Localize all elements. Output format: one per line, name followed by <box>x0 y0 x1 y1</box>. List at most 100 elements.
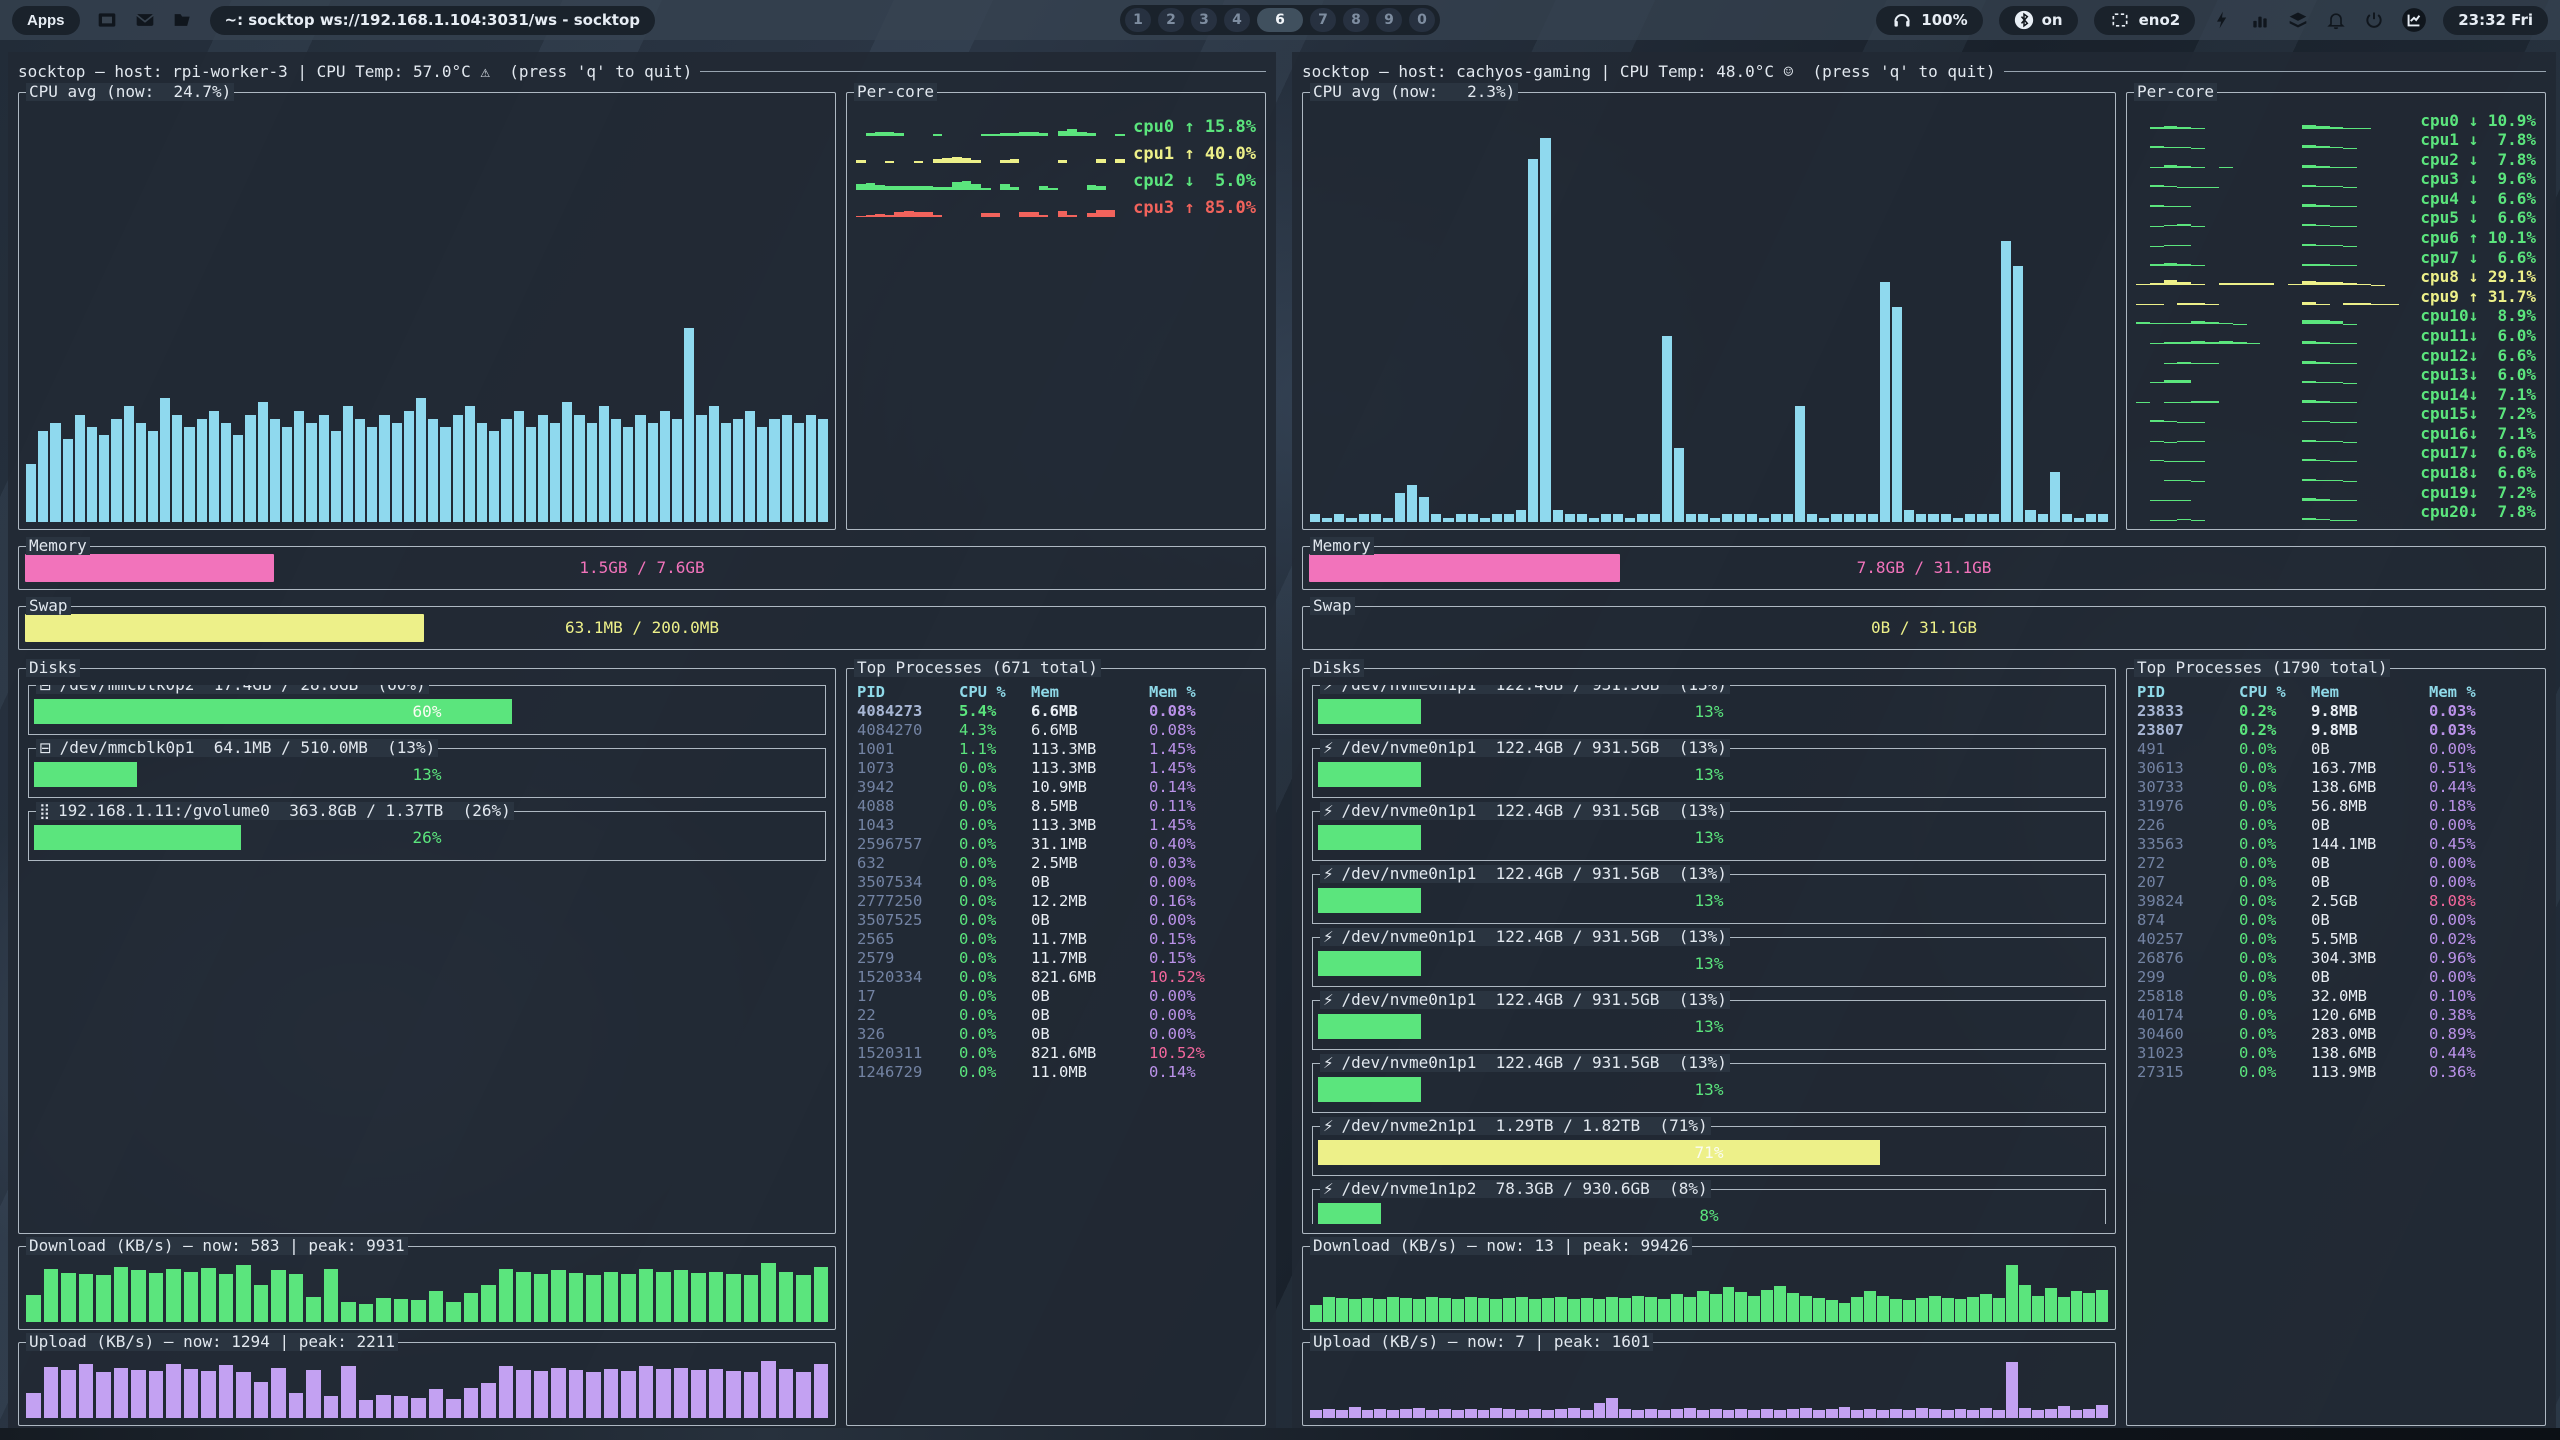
core-sparkline <box>2136 486 2412 501</box>
core-sparkline <box>2136 388 2412 403</box>
core-list: cpu0 ↑ 15.8% cpu1 ↑ 40.0% cpu2 ↓ 5.0% <box>856 109 1256 520</box>
process-row: 31023 0.0% 138.6MB 0.44% <box>2137 1044 2537 1063</box>
core-row: cpu6 ↑ 10.1% <box>2136 226 2536 246</box>
process-mem-percent: 0.00% <box>1149 987 1257 1006</box>
process-row: 30733 0.0% 138.6MB 0.44% <box>2137 778 2537 797</box>
power-profile-icon[interactable] <box>2211 9 2233 31</box>
process-cpu: 0.0% <box>2239 778 2311 797</box>
disk-title: /dev/nvme0n1p1 122.4GB / 931.5GB (13%) <box>1342 685 1727 694</box>
process-mem: 138.6MB <box>2311 778 2429 797</box>
volume-pill[interactable]: 100% <box>1876 6 1982 35</box>
active-window-title-text: ~: socktop ws://192.168.1.104:3031/ws - … <box>225 11 641 29</box>
apps-button[interactable]: Apps <box>12 6 80 35</box>
process-pid: 40257 <box>2137 930 2239 949</box>
core-sparkline <box>856 141 1125 163</box>
disk-usage-percent: 13% <box>1313 1014 2105 1039</box>
process-mem: 0B <box>1031 911 1149 930</box>
folder-icon[interactable] <box>172 9 194 31</box>
core-sparkline <box>2136 153 2412 168</box>
process-cpu: 0.0% <box>959 835 1031 854</box>
bottom-edge-strip <box>0 1428 2560 1440</box>
disk-entry: ⚡/dev/nvme0n1p1 122.4GB / 931.5GB (13%) … <box>1312 1000 2106 1050</box>
process-mem: 0B <box>2311 854 2429 873</box>
workspace-button[interactable]: 9 <box>1376 8 1402 32</box>
process-mem: 2.5GB <box>2311 892 2429 911</box>
disk-entry-label: ⚡/dev/nvme2n1p1 1.29TB / 1.82TB (71%) <box>1320 1117 1711 1135</box>
download-chart <box>26 1262 828 1322</box>
core-sparkline <box>2136 251 2412 266</box>
active-window-title[interactable]: ~: socktop ws://192.168.1.104:3031/ws - … <box>210 6 656 35</box>
core-sparkline <box>2136 407 2412 422</box>
core-row: cpu12↓ 6.6% <box>2136 344 2536 364</box>
disk-entry: ⚡/dev/nvme0n1p1 122.4GB / 931.5GB (13%) … <box>1312 811 2106 861</box>
disk-icon: ⣿ <box>39 802 50 820</box>
process-mem-percent: 0.00% <box>2429 911 2537 930</box>
activity-monitor-icon[interactable] <box>2401 7 2427 33</box>
workspace-button[interactable]: 7 <box>1310 8 1336 32</box>
core-label: cpu0 ↑ 15.8% <box>1133 119 1256 136</box>
terminal-window-cachyos-gaming[interactable]: socktop — host: cachyos-gaming | CPU Tem… <box>1292 52 2556 1428</box>
memory-usage-text: 1.5GB / 7.6GB <box>19 547 1265 589</box>
layers-icon[interactable] <box>2287 9 2309 31</box>
workspace-button[interactable]: 6 <box>1257 8 1303 32</box>
disk-title: /dev/nvme1n1p2 78.3GB / 930.6GB (8%) <box>1342 1180 1708 1198</box>
workspace-button[interactable]: 4 <box>1224 8 1250 32</box>
network-pill[interactable]: eno2 <box>2094 6 2196 35</box>
disk-entry-label: ⊟/dev/mmcblk0p2 17.4GB / 28.8GB (60%) <box>36 685 429 694</box>
process-mem-percent: 0.00% <box>2429 968 2537 987</box>
process-pid: 1001 <box>857 740 959 759</box>
window-icon[interactable] <box>96 9 118 31</box>
mail-icon[interactable] <box>134 9 156 31</box>
signal-bars-icon[interactable] <box>2249 9 2271 31</box>
download-panel: Download (KB/s) — now: 583 | peak: 9931 <box>18 1246 836 1330</box>
core-label: cpu16↓ 7.1% <box>2420 426 2536 442</box>
process-pid: 3507534 <box>857 873 959 892</box>
process-pid: 2579 <box>857 949 959 968</box>
disk-entry-label: ⚡/dev/nvme0n1p1 122.4GB / 931.5GB (13%) <box>1320 802 1730 820</box>
workspace-button[interactable]: 0 <box>1409 8 1435 32</box>
notifications-bell-icon[interactable] <box>2325 9 2347 31</box>
terminal-title-text: socktop — host: cachyos-gaming | CPU Tem… <box>1302 62 1996 81</box>
core-label: cpu4 ↓ 6.6% <box>2420 191 2536 207</box>
download-label: Download (KB/s) — now: 583 | peak: 9931 <box>26 1237 408 1255</box>
process-mem-percent: 1.45% <box>1149 759 1257 778</box>
process-mem-percent: 0.96% <box>2429 949 2537 968</box>
disk-entry: ⚡/dev/nvme0n1p1 122.4GB / 931.5GB (13%) … <box>1312 748 2106 798</box>
process-cpu: 0.0% <box>959 797 1031 816</box>
per-core-panel: Per-core cpu0 ↑ 15.8% cpu1 ↑ 40.0% <box>846 92 1266 530</box>
core-sparkline <box>856 168 1125 190</box>
clock[interactable]: 23:32 Fri <box>2443 6 2548 35</box>
terminal-window-rpi-worker-3[interactable]: socktop — host: rpi-worker-3 | CPU Temp:… <box>8 52 1276 1428</box>
process-mem: 283.0MB <box>2311 1025 2429 1044</box>
core-row: cpu13↓ 6.0% <box>2136 364 2536 384</box>
workspace-button[interactable]: 2 <box>1158 8 1184 32</box>
process-cpu: 0.0% <box>2239 1063 2311 1082</box>
power-icon[interactable] <box>2363 9 2385 31</box>
bluetooth-pill[interactable]: on <box>1999 6 2078 35</box>
core-row: cpu1 ↑ 40.0% <box>856 136 1256 163</box>
process-mem: 0B <box>2311 740 2429 759</box>
process-mem: 0B <box>2311 816 2429 835</box>
process-row: 3942 0.0% 10.9MB 0.14% <box>857 778 1257 797</box>
memory-panel: Memory 1.5GB / 7.6GB <box>18 546 1266 590</box>
workspace-switcher: 1 2 3 4 6 7 8 9 <box>1120 5 1440 35</box>
disk-icon: ⚡ <box>1323 802 1334 820</box>
core-row: cpu3 ↑ 85.0% <box>856 190 1256 217</box>
process-mem: 0B <box>1031 873 1149 892</box>
process-row: 4088 0.0% 8.5MB 0.11% <box>857 797 1257 816</box>
process-mem-percent: 0.16% <box>1149 892 1257 911</box>
disk-title: 192.168.1.11:/gvolume0 363.8GB / 1.37TB … <box>58 802 511 820</box>
core-row: cpu15↓ 7.2% <box>2136 403 2536 423</box>
disk-usage-percent: 13% <box>1313 951 2105 976</box>
workspace-list: 1 2 3 4 6 7 8 9 <box>1125 8 1435 32</box>
disks-network-column: Disks ⊟/dev/mmcblk0p2 17.4GB / 28.8GB (6… <box>18 668 836 1426</box>
core-row: cpu9 ↑ 31.7% <box>2136 285 2536 305</box>
core-row: cpu16↓ 7.1% <box>2136 422 2536 442</box>
workspace-button[interactable]: 8 <box>1343 8 1369 32</box>
process-pid: 25818 <box>2137 987 2239 1006</box>
process-mem-percent: 10.52% <box>1149 968 1257 987</box>
disk-usage-percent: 13% <box>1313 888 2105 913</box>
workspace-button[interactable]: 1 <box>1125 8 1151 32</box>
column-pid: PID <box>2137 683 2239 702</box>
workspace-button[interactable]: 3 <box>1191 8 1217 32</box>
